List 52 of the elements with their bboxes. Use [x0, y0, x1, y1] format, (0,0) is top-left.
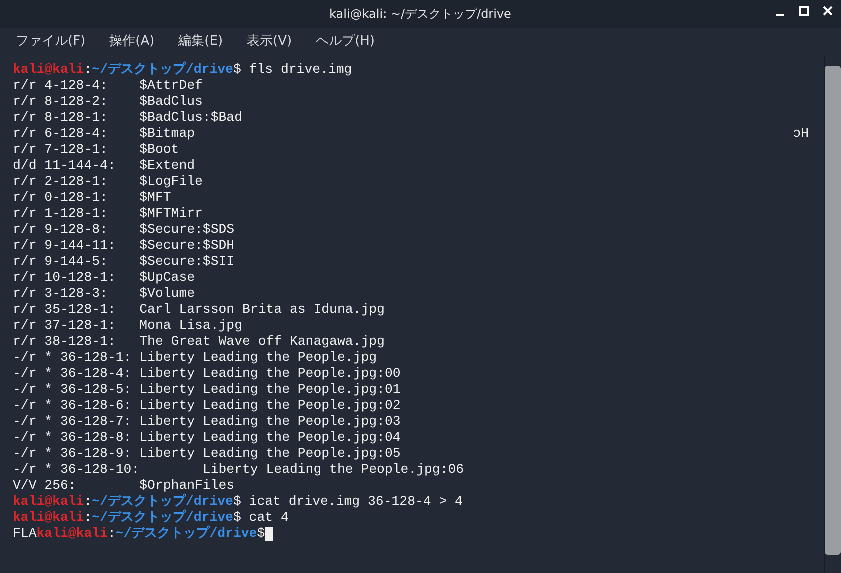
output-line: r/r 1-128-1: $MFTMirr: [13, 206, 203, 222]
output-line: r/r 2-128-1: $LogFile: [13, 174, 203, 190]
output-line: r/r 6-128-4: $Bitmap: [13, 126, 196, 142]
prompt-separator: :: [84, 62, 92, 78]
command-text: $ fls drive.img: [233, 62, 352, 78]
output-line: r/r 4-128-4: $AttrDef: [13, 78, 203, 94]
output-line: r/r 8-128-1: $BadClus:$Bad: [13, 110, 242, 126]
menu-item[interactable]: ヘルプ(H): [308, 30, 383, 54]
output-line: r/r 9-144-11: $Secure:$SDH: [13, 238, 235, 254]
output-line: -/r * 36-128-10: Liberty Leading the People.jpg:06: [13, 462, 464, 478]
prompt-path: ~/デスクトップ/drive: [116, 526, 258, 542]
output-line: V/V 256: $OrphanFiles: [13, 478, 235, 494]
output-line: r/r 35-128-1: Carl Larsson Brita as Iduna.jpg: [13, 302, 385, 318]
output-line: r/r 7-128-1: $Boot: [13, 142, 180, 158]
output-line: r/r 10-128-1: $UpCase: [13, 270, 196, 286]
output-line: d/d 11-144-4: $Extend: [13, 158, 196, 174]
output-line: r/r 3-128-3: $Volume: [13, 286, 196, 302]
close-icon[interactable]: [823, 6, 833, 16]
prompt-path: ~/デスクトップ/drive: [92, 510, 234, 526]
output-line: r/r 38-128-1: The Great Wave off Kanagawa.jpg: [13, 334, 385, 350]
output-line: -/r * 36-128-8: Liberty Leading the People.jpg:04: [13, 430, 401, 446]
prompt-user: kali@kali: [13, 510, 84, 526]
prompt-path: ~/デスクトップ/drive: [92, 62, 234, 78]
output-line: -/r * 36-128-1: Liberty Leading the People.jpg: [13, 350, 378, 366]
command-text: $ cat 4: [233, 510, 289, 526]
prompt-user: kali@kali: [13, 494, 84, 510]
prompt-separator: :: [84, 494, 92, 510]
stray-text: ɔH: [793, 126, 809, 142]
menu-item[interactable]: 表示(V): [239, 30, 300, 54]
output-line: -/r * 36-128-5: Liberty Leading the People.jpg:01: [13, 382, 401, 398]
menu-item[interactable]: 操作(A): [102, 30, 163, 54]
prompt-user: kali@kali: [13, 62, 84, 78]
output-line: -/r * 36-128-9: Liberty Leading the People.jpg:05: [13, 446, 401, 462]
prompt-user: kali@kali: [36, 526, 108, 542]
output-line: -/r * 36-128-4: Liberty Leading the People.jpg:00: [13, 366, 401, 382]
output-line: r/r 0-128-1: $MFT: [13, 190, 172, 206]
menu-item[interactable]: ファイル(F): [8, 30, 94, 54]
output-line: -/r * 36-128-7: Liberty Leading the People.jpg:03: [13, 414, 401, 430]
command-text: $ icat drive.img 36-128-4 > 4: [233, 494, 463, 510]
output-line: r/r 37-128-1: Mona Lisa.jpg: [13, 318, 242, 334]
output-line: r/r 9-128-8: $Secure:$SDS: [13, 222, 235, 238]
command-text: $: [257, 526, 266, 542]
maximize-icon[interactable]: [799, 6, 809, 16]
output-line: r/r 8-128-2: $BadClus: [13, 94, 203, 110]
output-line: r/r 9-144-5: $Secure:$SII: [13, 254, 235, 270]
output-text: FLA: [13, 526, 37, 542]
menu-item[interactable]: 編集(E): [170, 30, 232, 54]
prompt-separator: :: [108, 526, 116, 542]
prompt-separator: :: [84, 510, 92, 526]
prompt-path: ~/デスクトップ/drive: [92, 494, 234, 510]
window-title: kali@kali: ~/デスクトップ/drive: [330, 6, 512, 23]
output-line: -/r * 36-128-6: Liberty Leading the People.jpg:02: [13, 398, 401, 414]
